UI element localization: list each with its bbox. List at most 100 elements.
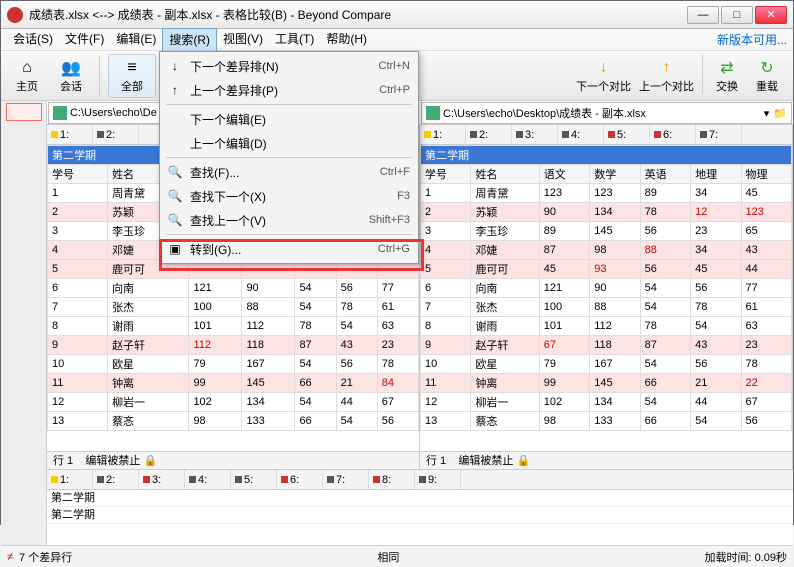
menu-item-icon: 🔍 xyxy=(166,213,184,227)
diff-indicator-icon[interactable] xyxy=(6,103,42,121)
table-row[interactable]: 6向南12190545677 xyxy=(48,279,419,298)
update-link[interactable]: 新版本可用... xyxy=(717,31,787,48)
minimize-button[interactable]: ― xyxy=(687,6,719,24)
menu-2[interactable]: 编辑(E) xyxy=(110,28,162,52)
menu-4[interactable]: 视图(V) xyxy=(217,28,269,52)
table-row[interactable]: 8谢雨101112785463 xyxy=(421,317,792,336)
bottom-row[interactable]: 第二学期 xyxy=(47,490,793,507)
col-header[interactable]: 2: xyxy=(466,125,512,144)
menu-5[interactable]: 工具(T) xyxy=(269,28,320,52)
table-row[interactable]: 11钟离99145662122 xyxy=(421,374,792,393)
menu-item[interactable]: ▣转到(G)...Ctrl+G xyxy=(162,237,416,261)
col-header[interactable]: 7: xyxy=(323,470,369,489)
menu-item-label: 查找上一个(V) xyxy=(190,212,266,229)
col-header[interactable]: 6: xyxy=(277,470,323,489)
right-path-input[interactable] xyxy=(443,107,764,119)
table-row[interactable]: 5鹿可可4593564544 xyxy=(421,260,792,279)
cell: 87 xyxy=(539,241,589,260)
col-header[interactable]: 1: xyxy=(47,470,93,489)
table-row[interactable]: 13蔡忞98133665456 xyxy=(48,412,419,431)
cell: 102 xyxy=(539,393,589,412)
table-row[interactable]: 13蔡忞98133665456 xyxy=(421,412,792,431)
menu-item-label: 下一个差异排(N) xyxy=(190,58,279,75)
menu-item[interactable]: 🔍查找上一个(V)Shift+F3 xyxy=(162,208,416,232)
cell: 84 xyxy=(377,374,418,393)
col-header[interactable]: 6: xyxy=(650,125,696,144)
col-header[interactable]: 2: xyxy=(93,470,139,489)
swap-button[interactable]: ⇄交换 xyxy=(707,54,747,98)
menu-item-label: 上一个编辑(D) xyxy=(190,135,267,152)
browse-icon[interactable]: 📁 xyxy=(773,107,787,120)
table-row[interactable]: 7张杰10088547861 xyxy=(48,298,419,317)
col-header[interactable]: 5: xyxy=(604,125,650,144)
col-header[interactable]: 8: xyxy=(369,470,415,489)
cell: 123 xyxy=(590,184,640,203)
table-row[interactable]: 4邓婕8798883443 xyxy=(421,241,792,260)
table-row[interactable]: 11钟离99145662184 xyxy=(48,374,419,393)
col-header[interactable]: 1: xyxy=(47,125,93,144)
reload-icon: ↻ xyxy=(757,58,777,78)
col-header[interactable]: 3: xyxy=(512,125,558,144)
col-header[interactable]: 7: xyxy=(696,125,742,144)
menu-3[interactable]: 搜索(R) xyxy=(162,28,217,52)
table-row[interactable]: 9赵子轩67118874323 xyxy=(421,336,792,355)
table-row[interactable]: 3李玉珍89145562365 xyxy=(421,222,792,241)
col-header[interactable]: 4: xyxy=(558,125,604,144)
col-header[interactable]: 3: xyxy=(139,470,185,489)
right-path[interactable]: ▾ 📁 xyxy=(421,102,792,124)
excel-icon xyxy=(426,106,440,120)
table-row[interactable]: 2苏颖901347812123 xyxy=(421,203,792,222)
table-row[interactable]: 10欧星79167545678 xyxy=(48,355,419,374)
cell: 79 xyxy=(189,355,242,374)
col-header[interactable]: 2: xyxy=(93,125,139,144)
cell: 周青黛 xyxy=(471,184,539,203)
cell: 54 xyxy=(691,412,741,431)
menu-item[interactable]: 🔍查找(F)...Ctrl+F xyxy=(162,160,416,184)
menu-item[interactable]: ↑上一个差异排(P)Ctrl+P xyxy=(162,78,416,102)
col-header[interactable]: 9: xyxy=(415,470,461,489)
table-row[interactable]: 12柳岩一102134544467 xyxy=(421,393,792,412)
prev-diff-button[interactable]: ↑上一个对比 xyxy=(635,54,698,98)
bottom-row[interactable]: 第二学期 xyxy=(47,507,793,524)
home-button[interactable]: ⌂主页 xyxy=(7,54,47,98)
cell: 121 xyxy=(539,279,589,298)
next-diff-button[interactable]: ↓下一个对比 xyxy=(572,54,635,98)
menu-item[interactable]: 🔍查找下一个(X)F3 xyxy=(162,184,416,208)
table-row[interactable]: 10欧星79167545678 xyxy=(421,355,792,374)
maximize-button[interactable]: □ xyxy=(721,6,753,24)
table-row[interactable]: 6向南12190545677 xyxy=(421,279,792,298)
table-row[interactable]: 9赵子轩112118874323 xyxy=(48,336,419,355)
menu-item-icon: ↑ xyxy=(166,83,184,97)
right-grid[interactable]: 第二学期学号姓名语文数学英语地理物理1周青黛1231238934452苏颖901… xyxy=(420,145,792,451)
cell: 张杰 xyxy=(471,298,539,317)
menu-item[interactable]: 上一个编辑(D) xyxy=(162,131,416,155)
menu-item[interactable]: 下一个编辑(E) xyxy=(162,107,416,131)
all-button[interactable]: ≡全部 xyxy=(108,54,156,98)
table-row[interactable]: 1周青黛123123893445 xyxy=(421,184,792,203)
cell: 56 xyxy=(691,355,741,374)
bottom-grid: 1:2:3:4:5:6:7:8:9: 第二学期第二学期 xyxy=(47,469,793,545)
cell: 88 xyxy=(590,298,640,317)
sheet-row[interactable]: 第二学期 xyxy=(421,146,792,165)
table-row[interactable]: 12柳岩一102134544467 xyxy=(48,393,419,412)
menu-item-icon: ▣ xyxy=(166,242,184,256)
menu-0[interactable]: 会话(S) xyxy=(7,28,59,52)
cell: 99 xyxy=(189,374,242,393)
search-menu[interactable]: ↓下一个差异排(N)Ctrl+N↑上一个差异排(P)Ctrl+P 下一个编辑(E)… xyxy=(159,51,419,264)
table-row[interactable]: 7张杰10088547861 xyxy=(421,298,792,317)
col-header[interactable]: 5: xyxy=(231,470,277,489)
reload-button[interactable]: ↻重载 xyxy=(747,54,787,98)
close-button[interactable]: ✕ xyxy=(755,6,787,24)
bottom-body[interactable]: 第二学期第二学期 xyxy=(47,490,793,545)
menu-1[interactable]: 文件(F) xyxy=(59,28,110,52)
header-cell: 语文 xyxy=(539,165,589,184)
col-header[interactable]: 4: xyxy=(185,470,231,489)
menu-item[interactable]: ↓下一个差异排(N)Ctrl+N xyxy=(162,54,416,78)
dropdown-icon[interactable]: ▾ xyxy=(764,107,770,120)
cell: 56 xyxy=(741,412,791,431)
cell: 99 xyxy=(539,374,589,393)
menu-6[interactable]: 帮助(H) xyxy=(320,28,373,52)
col-header[interactable]: 1: xyxy=(420,125,466,144)
table-row[interactable]: 8谢雨101112785463 xyxy=(48,317,419,336)
session-button[interactable]: 👥会话 xyxy=(51,54,91,98)
